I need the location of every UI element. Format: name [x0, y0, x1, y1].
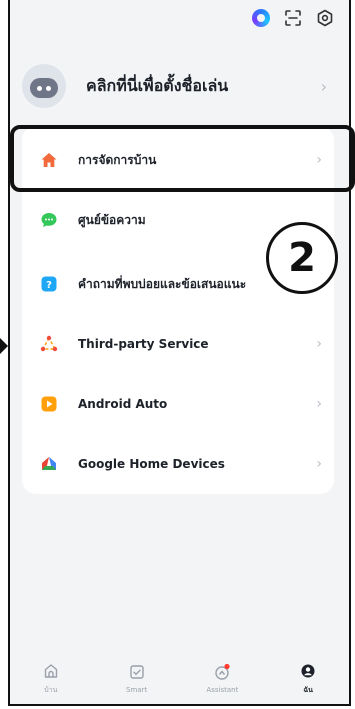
- nav-tab-smart[interactable]: Smart: [94, 650, 180, 706]
- checkbox-icon: [127, 662, 147, 682]
- settings-icon[interactable]: [315, 8, 335, 28]
- nav-label: Assistant: [206, 686, 239, 694]
- bottom-navigation: บ้าน Smart Assistant ฉัน: [8, 650, 351, 706]
- profile-header[interactable]: คลิกที่นี่เพื่อตั้งชื่อเล่น ›: [22, 55, 327, 117]
- menu-item-google-home-devices[interactable]: Google Home Devices ›: [22, 434, 334, 494]
- android-auto-icon: [40, 395, 58, 413]
- chevron-right-icon: ›: [316, 152, 322, 168]
- chevron-right-icon: ›: [316, 336, 322, 352]
- menu-item-label: Google Home Devices: [78, 457, 225, 471]
- svg-text:?: ?: [46, 280, 52, 291]
- scan-icon[interactable]: [283, 8, 303, 28]
- menu-item-android-auto[interactable]: Android Auto ›: [22, 374, 334, 434]
- chevron-right-icon: ›: [316, 396, 322, 412]
- third-party-icon: [40, 335, 58, 353]
- menu-item-home-management[interactable]: การจัดการบ้าน ›: [22, 130, 334, 190]
- menu-card: การจัดการบ้าน › ศูนย์ข้อความ ? คำถามที่พ…: [22, 126, 334, 494]
- nav-label: ฉัน: [303, 685, 313, 694]
- assistant-logo-icon[interactable]: [251, 8, 271, 28]
- assistant-icon: [212, 662, 232, 682]
- menu-item-label: Android Auto: [78, 397, 168, 411]
- annotation-arrow: [0, 338, 8, 354]
- google-home-icon: [40, 455, 58, 473]
- menu-item-label: Third-party Service: [78, 337, 209, 351]
- menu-item-label: การจัดการบ้าน: [78, 152, 157, 167]
- nickname-label: คลิกที่นี่เพื่อตั้งชื่อเล่น: [86, 75, 229, 95]
- message-icon: [40, 211, 58, 229]
- avatar[interactable]: [22, 64, 66, 108]
- nav-tab-home[interactable]: บ้าน: [8, 650, 94, 706]
- nav-label: Smart: [126, 686, 148, 694]
- nav-tab-me[interactable]: ฉัน: [265, 650, 351, 706]
- step-number-badge: 2: [266, 222, 338, 294]
- help-icon: ?: [40, 275, 58, 293]
- home-icon: [40, 151, 58, 169]
- home-outline-icon: [41, 661, 61, 681]
- profile-icon: [298, 661, 318, 681]
- chevron-right-icon: ›: [316, 456, 322, 472]
- menu-item-third-party-service[interactable]: Third-party Service ›: [22, 314, 334, 374]
- nav-tab-assistant[interactable]: Assistant: [180, 650, 266, 706]
- nav-label: บ้าน: [44, 685, 58, 694]
- top-toolbar: [251, 8, 335, 28]
- chevron-right-icon: ›: [320, 76, 327, 96]
